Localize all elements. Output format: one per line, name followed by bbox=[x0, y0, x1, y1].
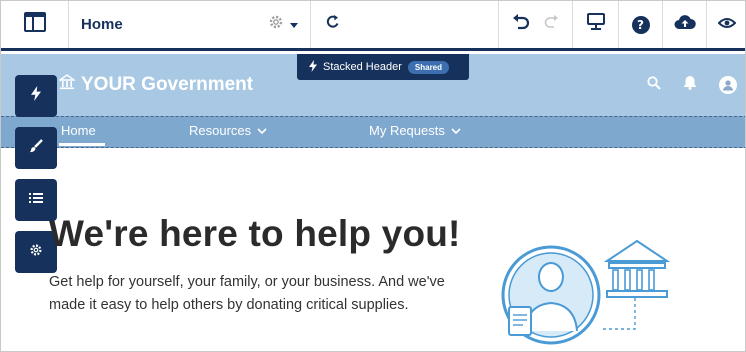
gear-icon[interactable] bbox=[268, 14, 284, 35]
government-building-icon bbox=[57, 74, 77, 96]
lightning-icon bbox=[31, 86, 41, 106]
gear-icon bbox=[29, 243, 43, 262]
eye-icon bbox=[717, 16, 737, 34]
publish-button[interactable] bbox=[663, 1, 707, 48]
undo-icon[interactable] bbox=[512, 14, 530, 35]
search-icon[interactable] bbox=[647, 75, 661, 95]
chevron-down-icon bbox=[451, 123, 461, 138]
caret-down-icon[interactable] bbox=[290, 16, 298, 34]
citizen-building-illustration bbox=[501, 235, 671, 350]
refresh-icon bbox=[325, 14, 341, 35]
nav-item-label: Resources bbox=[189, 123, 252, 138]
active-indicator bbox=[59, 143, 105, 146]
builder-menu-icon bbox=[23, 12, 46, 37]
builder-menu-button[interactable] bbox=[1, 1, 69, 48]
community-builder-canvas: Home ? YOUR Government Stacked Header Sh… bbox=[0, 0, 746, 352]
view-button[interactable] bbox=[707, 1, 745, 48]
monitor-icon bbox=[586, 13, 605, 36]
theme-panel-button[interactable] bbox=[15, 127, 57, 169]
nav-item-resources[interactable]: Resources bbox=[189, 123, 267, 138]
builder-toolbar: Home ? bbox=[1, 1, 745, 51]
bell-icon[interactable] bbox=[683, 75, 697, 95]
redo-icon[interactable] bbox=[544, 14, 560, 35]
site-brand[interactable]: YOUR Government bbox=[57, 74, 254, 96]
undo-redo-group bbox=[499, 1, 573, 48]
hero-title: We're here to help you! bbox=[49, 213, 461, 254]
refresh-button[interactable] bbox=[311, 1, 499, 48]
header-actions bbox=[647, 75, 737, 95]
brush-icon bbox=[29, 138, 43, 158]
components-panel-button[interactable] bbox=[15, 75, 57, 117]
nav-item-my-requests[interactable]: My Requests bbox=[369, 123, 461, 138]
nav-item-home[interactable]: Home bbox=[59, 123, 105, 146]
stacked-header-label: Stacked Header bbox=[323, 61, 402, 73]
hero-description: Get help for yourself, your family, or y… bbox=[49, 274, 445, 313]
help-icon: ? bbox=[631, 15, 650, 34]
preview-button[interactable] bbox=[573, 1, 619, 48]
lightning-icon bbox=[309, 59, 317, 75]
page-selector[interactable]: Home bbox=[69, 1, 311, 48]
navigation-menu: Home Resources My Requests bbox=[1, 116, 745, 148]
chevron-down-icon bbox=[257, 123, 267, 138]
help-button[interactable]: ? bbox=[619, 1, 663, 48]
user-icon[interactable] bbox=[719, 76, 737, 94]
shared-badge: Shared bbox=[407, 60, 450, 74]
nav-item-label: My Requests bbox=[369, 123, 445, 138]
list-icon bbox=[29, 191, 43, 209]
page-name: Home bbox=[81, 16, 123, 33]
site-brand-name: YOUR Government bbox=[81, 74, 254, 95]
nav-item-label: Home bbox=[61, 123, 96, 138]
cloud-upload-icon bbox=[674, 14, 696, 35]
stacked-header-tag[interactable]: Stacked Header Shared bbox=[297, 54, 469, 80]
